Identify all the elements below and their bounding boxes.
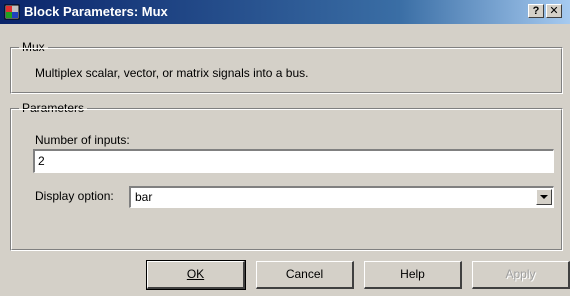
mux-description: Multiplex scalar, vector, or matrix sign… (35, 66, 309, 80)
close-button[interactable]: ✕ (546, 4, 562, 18)
simulink-block-icon (4, 4, 20, 20)
cancel-button-label: Cancel (285, 267, 324, 281)
help-button-label: Help (400, 267, 425, 281)
help-button[interactable]: Help (364, 261, 462, 289)
apply-button: Apply (472, 261, 570, 289)
mux-groupbox: Mux Multiplex scalar, vector, or matrix … (10, 40, 563, 94)
dialog-window: Block Parameters: Mux ? ✕ Mux Multiplex … (0, 0, 570, 296)
mux-group-legend: Mux (19, 40, 48, 54)
number-of-inputs-label: Number of inputs: (35, 133, 130, 147)
parameters-group-legend: Parameters (19, 101, 88, 115)
window-title: Block Parameters: Mux (24, 4, 168, 19)
cancel-button[interactable]: Cancel (256, 261, 354, 289)
ok-button-label: OK (186, 267, 205, 281)
display-option-value: bar (135, 190, 153, 204)
close-icon: ✕ (549, 5, 559, 17)
display-option-select[interactable]: bar (129, 186, 554, 208)
ok-button[interactable]: OK (146, 260, 246, 290)
title-bar[interactable]: Block Parameters: Mux ? ✕ (0, 0, 570, 24)
number-of-inputs-field[interactable]: 2 (33, 149, 554, 173)
chevron-down-icon[interactable] (536, 189, 552, 205)
help-title-button[interactable]: ? (528, 4, 544, 18)
apply-button-label: Apply (505, 267, 536, 281)
display-option-label: Display option: (35, 189, 114, 203)
parameters-groupbox: Parameters Number of inputs: 2 Display o… (10, 101, 563, 251)
